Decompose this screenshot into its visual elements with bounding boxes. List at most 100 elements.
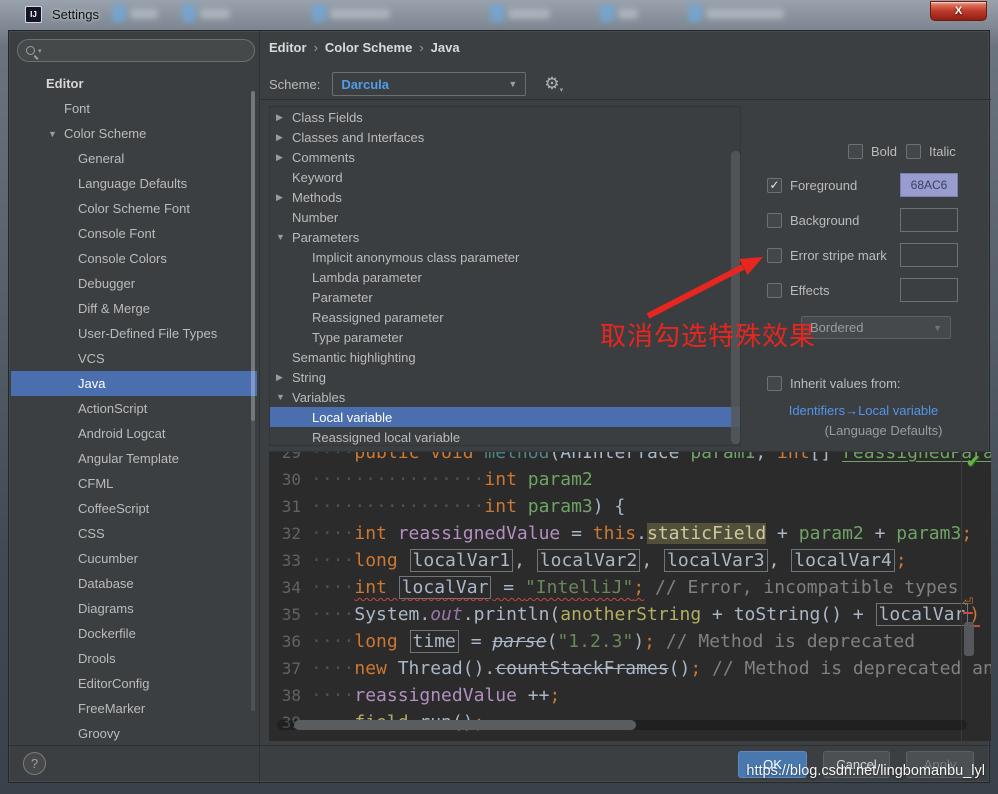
tree-row[interactable]: ▶ Class Fields <box>270 107 740 127</box>
sidebar-item[interactable]: ActionScript <box>11 396 257 421</box>
error-stripe-divider <box>961 452 962 741</box>
italic-option: Italic <box>906 144 956 159</box>
item-label: Drools <box>78 651 116 666</box>
sidebar-item[interactable]: Diagrams <box>11 596 257 621</box>
effects-type-select[interactable]: Bordered ▼ <box>801 316 951 339</box>
item-label: Comments <box>292 149 355 165</box>
breadcrumb-item[interactable]: Editor <box>269 40 307 55</box>
breadcrumb-item[interactable]: Color Scheme <box>325 40 412 55</box>
code-text: ····reassignedValue ++; <box>311 685 561 706</box>
sidebar-item[interactable]: CSS <box>11 521 257 546</box>
inspection-ok-icon[interactable]: ✔ <box>966 452 980 472</box>
chevron-expanded-icon[interactable]: ▼ <box>48 129 57 139</box>
sidebar-item[interactable]: Java <box>11 371 257 396</box>
line-number: 35 <box>281 605 301 624</box>
background-checkbox[interactable] <box>767 213 782 228</box>
chevron-collapsed-icon[interactable]: ▶ <box>276 192 283 203</box>
tree-row[interactable]: Lambda parameter <box>270 267 740 287</box>
sidebar-item[interactable]: CoffeeScript <box>11 496 257 521</box>
tree-row[interactable]: ▼ Parameters <box>270 227 740 247</box>
sidebar-item[interactable]: Console Font <box>11 221 257 246</box>
tree-row[interactable]: Local variable <box>270 407 740 427</box>
sidebar-scrollbar-thumb[interactable] <box>251 91 255 421</box>
error-stripe-checkbox[interactable] <box>767 248 782 263</box>
code-preview[interactable]: 29 ····public void method(AnInterface par… <box>269 451 991 741</box>
item-label: ActionScript <box>78 401 148 416</box>
sidebar-item[interactable]: Drools <box>11 646 257 671</box>
bold-checkbox[interactable] <box>848 144 863 159</box>
chevron-collapsed-icon[interactable]: ▶ <box>276 112 283 123</box>
chevron-expanded-icon[interactable]: ▼ <box>276 392 285 402</box>
tree-row[interactable]: ▼ Variables <box>270 387 740 407</box>
tree-row[interactable]: Reassigned local variable <box>270 427 740 445</box>
sidebar-item[interactable]: ▼ Color Scheme <box>11 121 257 146</box>
code-text: ····new Thread().countStackFrames(); // … <box>311 658 991 679</box>
search-input[interactable]: ▾ <box>17 39 255 62</box>
tree-row[interactable]: Implicit anonymous class parameter <box>270 247 740 267</box>
chevron-collapsed-icon[interactable]: ▶ <box>276 132 283 143</box>
item-label: String <box>292 369 326 385</box>
breadcrumb-item[interactable]: Java <box>431 40 460 55</box>
breadcrumb-separator: › <box>313 40 318 55</box>
tree-row[interactable]: Keyword <box>270 167 740 187</box>
background-color-swatch[interactable] <box>900 208 958 232</box>
line-number: 37 <box>281 659 301 678</box>
effects-option: Effects <box>767 283 830 298</box>
effects-color-swatch[interactable] <box>900 278 958 302</box>
bold-option: Bold <box>848 144 897 159</box>
sidebar-item[interactable]: Editor <box>11 71 257 96</box>
gear-icon[interactable]: ⚙▾ <box>544 74 563 94</box>
sidebar-item[interactable]: Language Defaults <box>11 171 257 196</box>
tree-row[interactable]: ▶ Comments <box>270 147 740 167</box>
item-label: Angular Template <box>78 451 179 466</box>
sidebar-item[interactable]: Font <box>11 96 257 121</box>
sidebar-item[interactable]: Database <box>11 571 257 596</box>
editor-hscrollbar-thumb[interactable] <box>294 720 636 730</box>
foreground-checkbox[interactable] <box>767 178 782 193</box>
chevron-collapsed-icon[interactable]: ▶ <box>276 372 283 383</box>
italic-label: Italic <box>929 144 956 159</box>
effects-checkbox[interactable] <box>767 283 782 298</box>
chevron-expanded-icon[interactable]: ▼ <box>276 232 285 242</box>
scheme-select[interactable]: Darcula ▼ <box>332 72 527 96</box>
foreground-color-swatch[interactable]: 68AC6 <box>900 173 958 197</box>
sidebar-item[interactable]: CFML <box>11 471 257 496</box>
intellij-logo-icon: IJ <box>25 6 42 23</box>
tree-row[interactable]: Number <box>270 207 740 227</box>
sidebar-item[interactable]: Debugger <box>11 271 257 296</box>
sidebar-item[interactable]: Dockerfile <box>11 621 257 646</box>
editor-vscrollbar-thumb[interactable] <box>964 622 974 656</box>
chevron-collapsed-icon[interactable]: ▶ <box>276 152 283 163</box>
inherit-checkbox[interactable] <box>767 376 782 391</box>
sidebar-item[interactable]: Color Scheme Font <box>11 196 257 221</box>
sidebar-item[interactable]: Angular Template <box>11 446 257 471</box>
sidebar-item[interactable]: VCS <box>11 346 257 371</box>
sidebar-item[interactable]: EditorConfig <box>11 671 257 696</box>
sidebar-item[interactable]: FreeMarker <box>11 696 257 721</box>
italic-checkbox[interactable] <box>906 144 921 159</box>
line-number: 31 <box>281 497 301 516</box>
sidebar-item[interactable]: Diff & Merge <box>11 296 257 321</box>
sidebar-item[interactable]: Android Logcat <box>11 421 257 446</box>
item-label: Editor <box>46 76 84 91</box>
sidebar-item[interactable]: General <box>11 146 257 171</box>
tree-row[interactable]: ▶ Classes and Interfaces <box>270 127 740 147</box>
item-label: Console Colors <box>78 251 167 266</box>
help-button[interactable]: ? <box>23 752 46 775</box>
tree-row[interactable]: Parameter <box>270 287 740 307</box>
tree-scrollbar-thumb[interactable] <box>731 151 740 444</box>
sidebar-item[interactable]: User-Defined File Types <box>11 321 257 346</box>
tree-row[interactable]: ▶ Methods <box>270 187 740 207</box>
sidebar-item[interactable]: Groovy <box>11 721 257 746</box>
sidebar-item[interactable]: Console Colors <box>11 246 257 271</box>
soft-wrap-icon: ⏎ <box>963 592 974 614</box>
sidebar-item[interactable]: Cucumber <box>11 546 257 571</box>
breadcrumb: Editor › Color Scheme › Java <box>269 40 460 55</box>
item-label: Groovy <box>78 726 120 741</box>
tree-row[interactable]: ▶ String <box>270 367 740 387</box>
inherit-link[interactable]: Identifiers→Local variable <box>751 403 976 418</box>
error-stripe-color-swatch[interactable] <box>900 243 958 267</box>
close-button[interactable]: X <box>930 1 987 21</box>
panel-divider <box>259 31 260 784</box>
line-number: 30 <box>281 470 301 489</box>
